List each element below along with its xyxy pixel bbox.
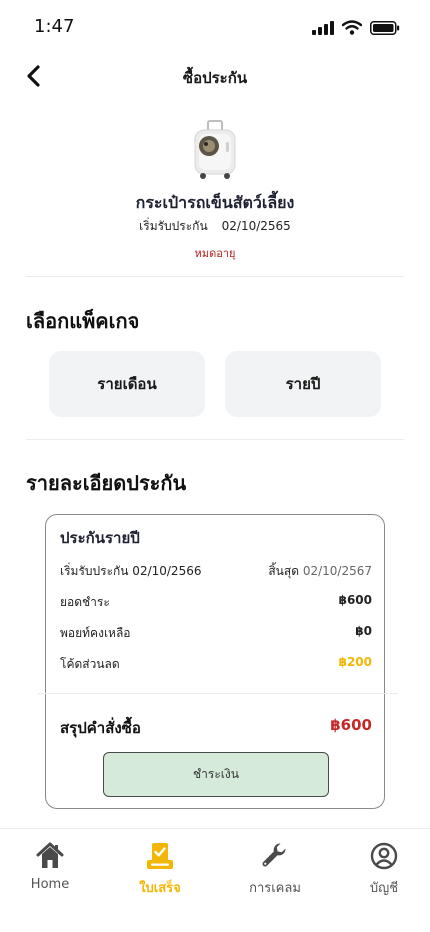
product-name: กระเป๋ารถเข็นสัตว์เลี้ยง: [135, 193, 295, 212]
package-section-title: เลือกแพ็คเกจ: [26, 309, 140, 333]
pay-button[interactable]: ชำระเงิน: [103, 752, 329, 797]
coverage-start: เริ่มรับประกัน 02/10/2566: [60, 564, 202, 578]
order-summary-label: สรุปคำสั่งซื้อ: [60, 719, 141, 737]
coverage-end-label: สิ้นสุด: [268, 564, 299, 578]
wrench-icon: [262, 843, 286, 867]
payment-amount-value: ฿600: [338, 593, 372, 607]
signal-icon: [312, 20, 334, 35]
tab-home-label: Home: [30, 877, 70, 892]
home-icon: [36, 842, 64, 868]
discount-code-label: โค้ดส่วนลด: [60, 657, 120, 671]
start-label: เริ่มรับประกัน: [139, 219, 208, 233]
bottom-tab-bar: Home ใบเสร็จ การเคลม บัญชี: [0, 828, 430, 932]
wifi-icon: [342, 20, 362, 35]
order-summary-value: ฿600: [330, 716, 372, 734]
insurance-detail-card: ประกันรายปี เริ่มรับประกัน 02/10/2566 สิ…: [38, 514, 398, 809]
points-remaining-row: พอยท์คงเหลือ ฿0: [60, 624, 372, 643]
tab-claims-label: การเคลม: [249, 881, 301, 896]
package-yearly-button[interactable]: รายปี: [225, 351, 381, 417]
tab-account[interactable]: บัญชี: [339, 841, 429, 898]
battery-icon: [370, 20, 400, 35]
discount-code-value: ฿200: [338, 655, 372, 669]
nav-header: ซื้อประกัน: [0, 56, 430, 96]
status-bar: 1:47: [0, 0, 430, 56]
tab-claims[interactable]: การเคลม: [230, 841, 320, 898]
product-start-date: เริ่มรับประกัน 02/10/2565: [0, 217, 430, 236]
coverage-end-date: 02/10/2567: [302, 564, 372, 578]
receipt-icon: [147, 843, 173, 869]
account-icon: [370, 842, 398, 870]
status-icons: [312, 20, 400, 35]
discount-code-row: โค้ดส่วนลด ฿200: [60, 655, 372, 674]
tab-account-label: บัญชี: [369, 881, 399, 896]
details-section-title: รายละเอียดประกัน: [26, 471, 187, 495]
coverage-end: สิ้นสุด 02/10/2567: [268, 562, 372, 581]
card-title: ประกันรายปี: [60, 529, 140, 547]
pet-stroller-image: [194, 120, 236, 179]
divider: [26, 439, 404, 440]
payment-amount-label: ยอดชำระ: [60, 595, 110, 609]
page-title: ซื้อประกัน: [182, 69, 248, 87]
points-remaining-value: ฿0: [355, 624, 372, 638]
coverage-period-row: เริ่มรับประกัน 02/10/2566 สิ้นสุด 02/10/…: [60, 562, 372, 581]
points-remaining-label: พอยท์คงเหลือ: [60, 626, 131, 640]
divider: [26, 276, 404, 277]
package-monthly-button[interactable]: รายเดือน: [49, 351, 205, 417]
payment-amount-row: ยอดชำระ ฿600: [60, 593, 372, 612]
start-date: 02/10/2565: [221, 219, 291, 233]
status-time: 1:47: [34, 16, 75, 37]
tab-receipt[interactable]: ใบเสร็จ: [115, 841, 205, 898]
card-divider: [38, 693, 398, 694]
tab-home[interactable]: Home: [5, 841, 95, 892]
tab-receipt-label: ใบเสร็จ: [139, 881, 181, 896]
status-badge: หมดอายุ: [194, 247, 236, 260]
